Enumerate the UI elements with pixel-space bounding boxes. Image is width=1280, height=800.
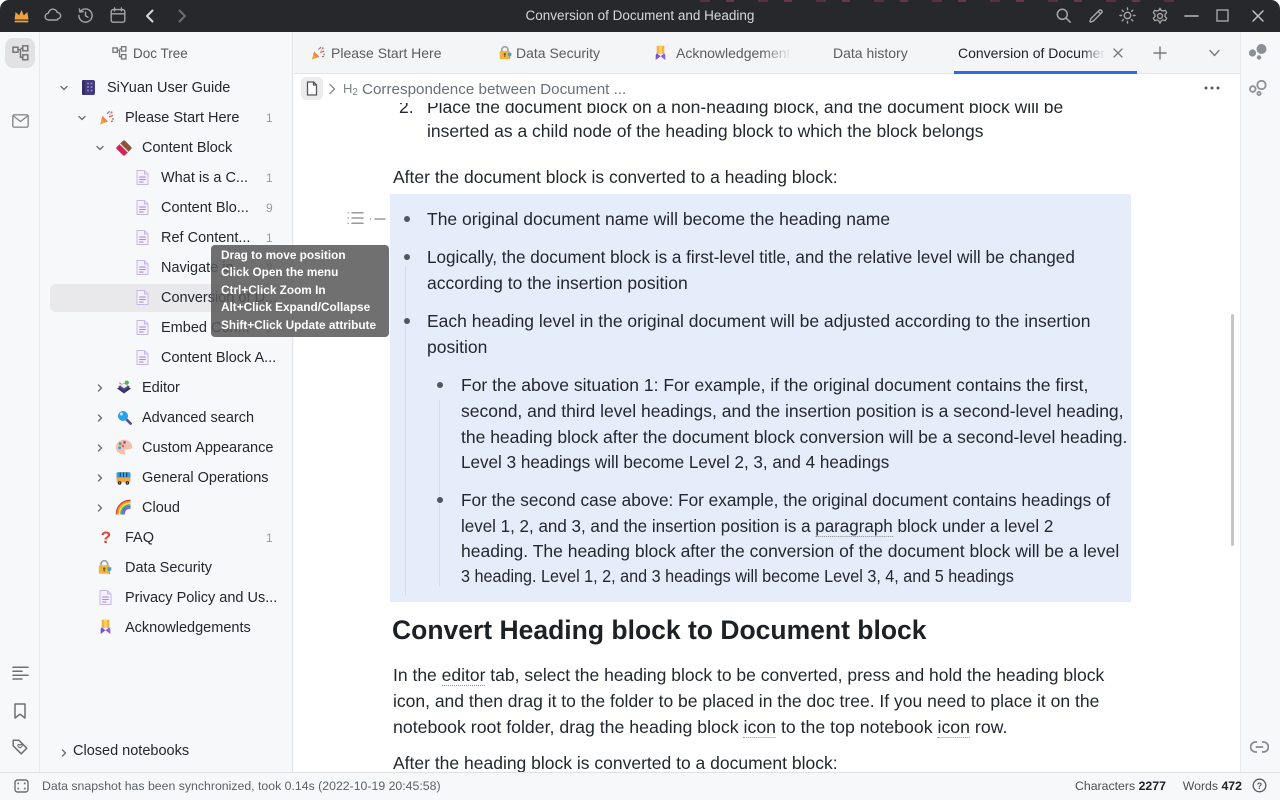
- svg-text:?: ?: [1257, 781, 1263, 791]
